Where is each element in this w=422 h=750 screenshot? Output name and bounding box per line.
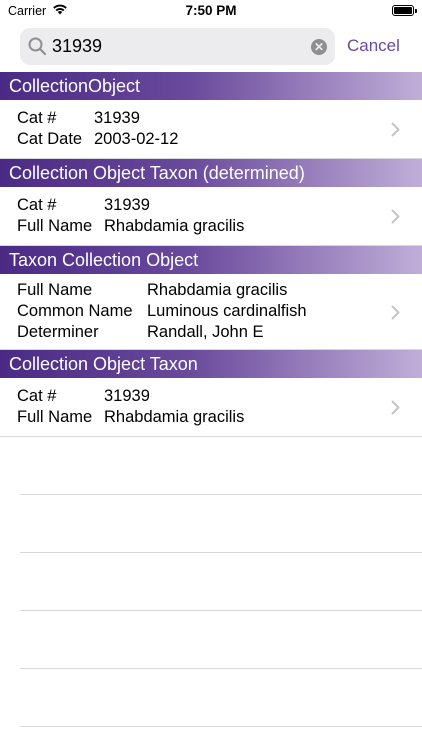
- battery-icon: [392, 5, 417, 16]
- field-label: Cat #: [17, 109, 57, 127]
- row-fields: Cat # 31939 Full Name Rhabdamia gracilis: [0, 386, 422, 428]
- empty-row: [20, 611, 422, 669]
- result-row[interactable]: Cat # 31939 Cat Date 2003-02-12: [0, 100, 422, 159]
- field-line: Cat # 31939: [17, 195, 422, 216]
- field-value: Randall, John E: [147, 323, 264, 341]
- field-line: Common Name Luminous cardinalfish: [17, 301, 422, 322]
- search-input[interactable]: [52, 34, 312, 59]
- field-label: Cat #: [17, 387, 57, 405]
- field-value: 31939: [104, 387, 150, 405]
- row-fields: Cat # 31939 Cat Date 2003-02-12: [0, 108, 422, 150]
- empty-row: [20, 553, 422, 611]
- empty-row: [20, 495, 422, 553]
- field-label: Full Name: [17, 281, 93, 299]
- field-value: Rhabdamia gracilis: [104, 217, 245, 235]
- section-header: CollectionObject: [0, 72, 422, 100]
- field-line: Cat # 31939: [17, 386, 422, 407]
- field-value: Rhabdamia gracilis: [104, 408, 245, 426]
- field-line: Determiner Randall, John E: [17, 322, 422, 343]
- field-label: Cat #: [17, 196, 57, 214]
- chevron-right-icon: [391, 208, 400, 229]
- field-label: Full Name: [17, 217, 93, 235]
- field-label: Common Name: [17, 302, 133, 320]
- section-header: Collection Object Taxon (determined): [0, 159, 422, 187]
- cancel-button[interactable]: Cancel: [347, 36, 400, 56]
- chevron-right-icon: [391, 399, 400, 420]
- results-list: CollectionObject Cat # 31939 Cat Date 2003-0…: [0, 72, 422, 727]
- field-label: Full Name: [17, 408, 93, 426]
- field-line: Full Name Rhabdamia gracilis: [17, 216, 422, 237]
- field-label: Determiner: [17, 323, 99, 341]
- clock: 7:50 PM: [185, 3, 237, 18]
- row-fields: Cat # 31939 Full Name Rhabdamia gracilis: [0, 195, 422, 237]
- field-value: 2003-02-12: [94, 130, 179, 148]
- result-row[interactable]: Cat # 31939 Full Name Rhabdamia gracilis: [0, 187, 422, 246]
- chevron-right-icon: [391, 121, 400, 142]
- result-row[interactable]: Cat # 31939 Full Name Rhabdamia gracilis: [0, 378, 422, 437]
- chevron-right-icon: [391, 304, 400, 325]
- row-fields: Full Name Rhabdamia gracilis Common Name Lu…: [0, 280, 422, 343]
- section-header: Collection Object Taxon: [0, 350, 422, 378]
- search-field[interactable]: ✕: [20, 28, 335, 65]
- result-row[interactable]: Full Name Rhabdamia gracilis Common Name Lu…: [0, 274, 422, 350]
- field-line: Cat Date 2003-02-12: [17, 129, 422, 150]
- clear-icon[interactable]: ✕: [311, 39, 327, 55]
- field-line: Full Name Rhabdamia gracilis: [17, 407, 422, 428]
- field-value: Luminous cardinalfish: [147, 302, 307, 320]
- empty-row: [20, 437, 422, 495]
- search-bar: ✕ Cancel: [0, 22, 422, 72]
- field-line: Full Name Rhabdamia gracilis: [17, 280, 422, 301]
- empty-row: [20, 669, 422, 727]
- field-value: Rhabdamia gracilis: [147, 281, 288, 299]
- field-value: 31939: [94, 109, 140, 127]
- field-label: Cat Date: [17, 130, 83, 148]
- status-bar: Carrier 7:50 PM: [0, 0, 422, 22]
- search-icon: [28, 37, 47, 61]
- section-header: Taxon Collection Object: [0, 246, 422, 274]
- field-line: Cat # 31939: [17, 108, 422, 129]
- field-value: 31939: [104, 196, 150, 214]
